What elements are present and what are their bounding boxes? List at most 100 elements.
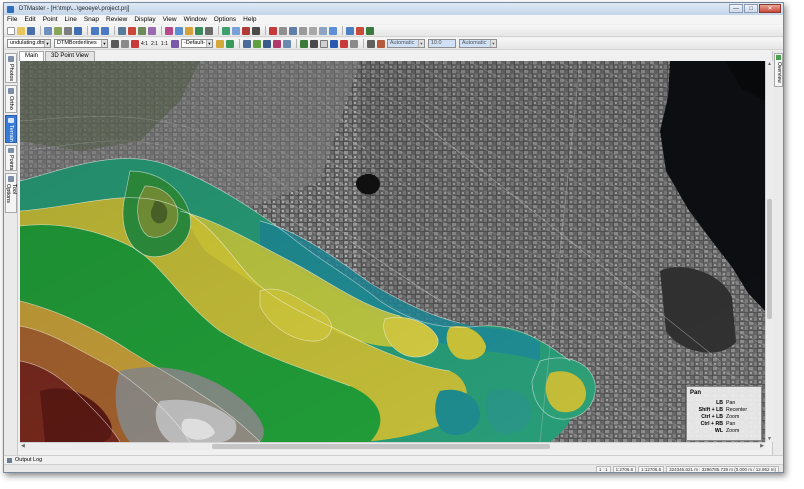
auto-select-2[interactable]: Automatic ▼ xyxy=(458,39,497,48)
stereo-icon[interactable] xyxy=(329,26,337,35)
output-log-bar[interactable]: Output Log xyxy=(4,455,783,464)
refresh-icon[interactable] xyxy=(225,39,234,48)
import-icon[interactable] xyxy=(44,26,52,35)
ortho-icon[interactable] xyxy=(242,39,251,48)
preset-select[interactable]: -Default- ▼ xyxy=(180,39,213,48)
zoom-1-1-button[interactable]: 1:1 xyxy=(161,41,168,47)
menu-edit[interactable]: Edit xyxy=(24,16,35,23)
color-mode-icon[interactable] xyxy=(376,39,385,48)
status-scale-1: 1:2706.6 xyxy=(612,466,637,472)
undo-icon[interactable] xyxy=(91,26,99,35)
tab-3d-point-view[interactable]: 3D Point View xyxy=(45,51,95,61)
save-icon[interactable] xyxy=(27,26,35,35)
pan-help-row: Shift + LB Recenter xyxy=(698,407,748,413)
shade-icon[interactable] xyxy=(252,39,261,48)
map-viewport[interactable] xyxy=(20,61,765,442)
view-mode-icon[interactable] xyxy=(366,39,375,48)
tab-main[interactable]: Main xyxy=(19,51,45,61)
settings-icon[interactable] xyxy=(64,26,72,35)
grid-icon[interactable] xyxy=(279,26,287,35)
status-bar: 1 : 1 1:2706.6 1:12706.6 324346.621 m : … xyxy=(4,464,783,472)
close-button[interactable]: ✕ xyxy=(759,4,781,13)
zoom-fit-icon[interactable] xyxy=(111,39,119,48)
move-icon[interactable] xyxy=(138,26,146,35)
scroll-up-icon[interactable]: ▲ xyxy=(767,61,772,67)
ruler-icon[interactable] xyxy=(309,26,317,35)
ortho-tab-icon xyxy=(8,88,14,94)
wire-icon[interactable] xyxy=(262,39,271,48)
z-icon[interactable] xyxy=(319,26,327,35)
scroll-left-icon[interactable]: ◀ xyxy=(21,443,25,449)
menu-help[interactable]: Help xyxy=(243,16,256,23)
contours-icon[interactable] xyxy=(299,39,308,48)
output-log-icon xyxy=(7,457,12,463)
measure-icon[interactable] xyxy=(205,26,213,35)
warning-icon[interactable] xyxy=(356,26,364,35)
histogram-icon[interactable] xyxy=(349,39,358,48)
cancel-icon[interactable] xyxy=(131,39,139,48)
zoom-4-1-button[interactable]: 4:1 xyxy=(141,41,148,47)
tab-ortho[interactable]: Ortho xyxy=(5,85,17,113)
left-dock: Photos Ortho Terrain Points Tool Options xyxy=(4,51,18,456)
brightness-icon[interactable] xyxy=(215,39,224,48)
grid-display-icon[interactable] xyxy=(319,39,328,48)
tin-icon[interactable] xyxy=(309,39,318,48)
overview-icon xyxy=(776,55,781,60)
tab-points[interactable]: Points xyxy=(5,145,17,171)
window-title: DTMaster - [H:\tmp\...\geoeye\.project.p… xyxy=(19,6,130,12)
maximize-button[interactable]: □ xyxy=(744,4,758,13)
minimize-button[interactable]: — xyxy=(729,4,743,13)
menu-options[interactable]: Options xyxy=(214,16,236,23)
edit-icon[interactable] xyxy=(289,26,297,35)
scroll-down-icon[interactable]: ▼ xyxy=(767,436,772,442)
vertical-scrollbar[interactable]: ▲ ▼ xyxy=(765,61,773,442)
delete-icon[interactable] xyxy=(128,26,136,35)
menu-display[interactable]: Display xyxy=(134,16,155,23)
zoom-window-icon[interactable] xyxy=(121,39,129,48)
magnet-icon[interactable] xyxy=(269,26,277,35)
zoom-2-1-button[interactable]: 2:1 xyxy=(151,41,158,47)
horizontal-scrollbar[interactable]: ◀ ▶ xyxy=(20,442,765,450)
menu-review[interactable]: Review xyxy=(106,16,127,23)
cube-icon[interactable] xyxy=(346,26,354,35)
break-icon[interactable] xyxy=(242,26,250,35)
new-file-icon[interactable] xyxy=(7,26,15,35)
menu-point[interactable]: Point xyxy=(43,16,58,23)
menu-view[interactable]: View xyxy=(163,16,177,23)
triangulate-icon[interactable] xyxy=(195,26,203,35)
surface-select[interactable]: undulating.dtm ▼ xyxy=(7,39,51,48)
add-point-icon[interactable] xyxy=(165,26,173,35)
snap-icon[interactable] xyxy=(252,26,260,35)
menu-snap[interactable]: Snap xyxy=(84,16,99,23)
level-field[interactable]: 10.0 xyxy=(427,39,456,48)
scroll-right-icon[interactable]: ▶ xyxy=(760,443,764,449)
tab-terrain[interactable]: Terrain xyxy=(5,115,17,143)
menu-file[interactable]: File xyxy=(7,16,17,23)
break-line-icon[interactable] xyxy=(185,26,193,35)
contour-icon[interactable] xyxy=(222,26,230,35)
horizontal-scroll-thumb[interactable] xyxy=(212,444,550,449)
redo-icon[interactable] xyxy=(101,26,109,35)
add-line-icon[interactable] xyxy=(175,26,183,35)
menu-line[interactable]: Line xyxy=(65,16,77,23)
auto-select-1[interactable]: Automatic ▼ xyxy=(386,39,425,48)
profile-icon[interactable] xyxy=(232,26,240,35)
points-icon[interactable] xyxy=(272,39,281,48)
tree-icon[interactable] xyxy=(366,26,374,35)
image-icon[interactable] xyxy=(329,39,338,48)
menu-window[interactable]: Window xyxy=(184,16,207,23)
lines-icon[interactable] xyxy=(282,39,291,48)
pencil-icon[interactable] xyxy=(299,26,307,35)
select-icon[interactable] xyxy=(118,26,126,35)
vertical-scroll-thumb[interactable] xyxy=(767,199,772,319)
open-folder-icon[interactable] xyxy=(17,26,25,35)
palette-icon[interactable] xyxy=(170,39,179,48)
tab-photos[interactable]: Photos xyxy=(5,53,17,83)
filter-icon[interactable] xyxy=(148,26,156,35)
tab-overview[interactable]: Overview xyxy=(774,53,783,87)
export-icon[interactable] xyxy=(54,26,62,35)
record-icon[interactable] xyxy=(339,39,348,48)
tab-tool-options[interactable]: Tool Options xyxy=(5,173,17,213)
layers-icon[interactable] xyxy=(74,26,82,35)
line-select[interactable]: DTMBorderlines ▼ xyxy=(54,39,108,48)
